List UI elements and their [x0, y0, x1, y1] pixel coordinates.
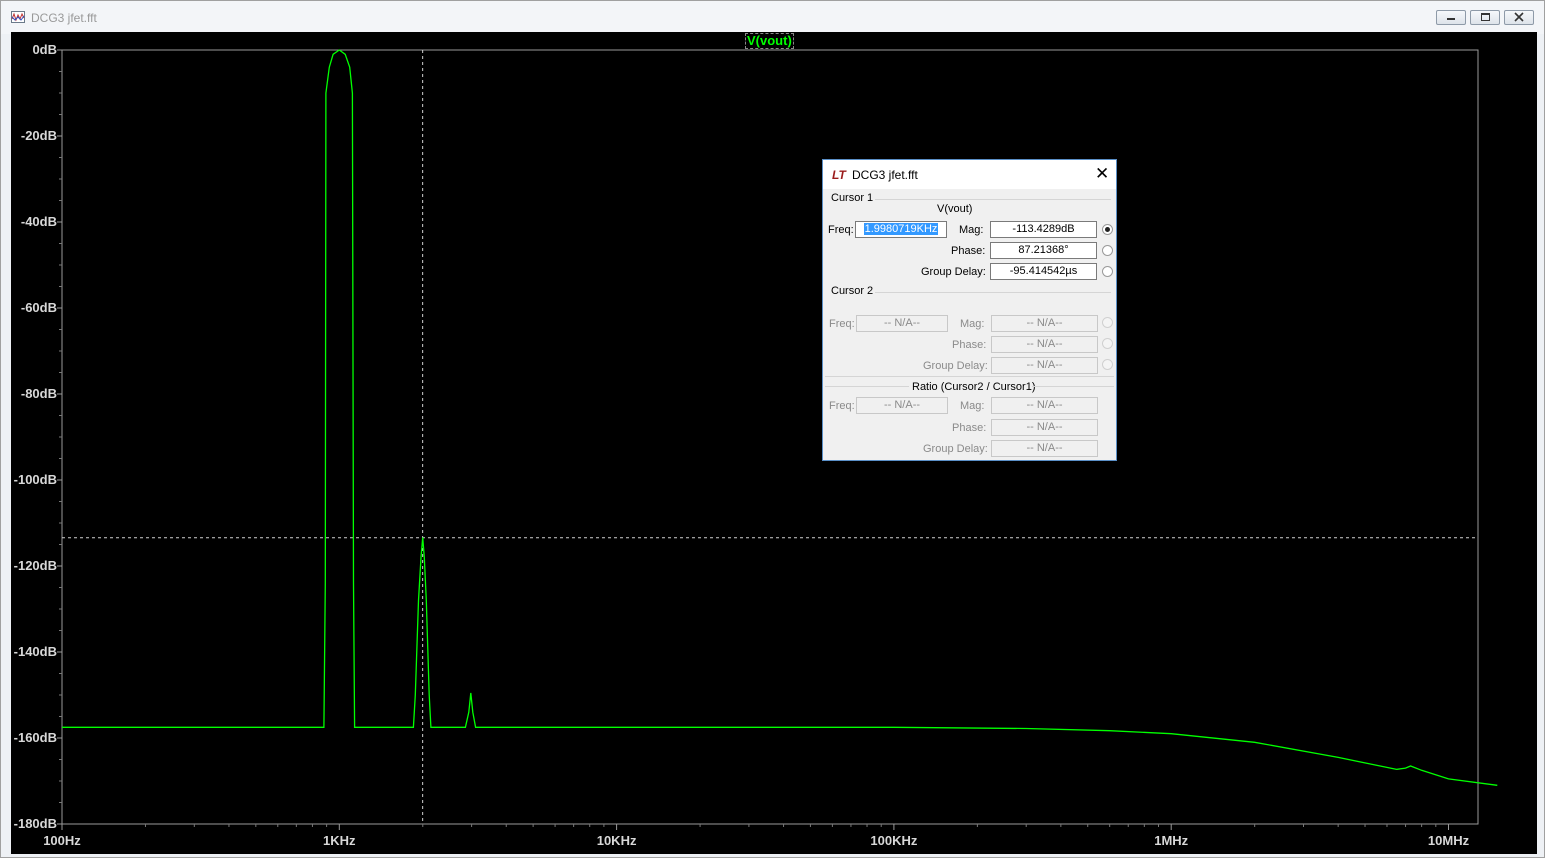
- maximize-button[interactable]: [1470, 10, 1500, 25]
- ratio-freq-field[interactable]: -- N/A--: [856, 397, 948, 414]
- cursor1-group-delay-label: Group Delay:: [921, 266, 986, 278]
- divider: [875, 292, 1111, 293]
- plot-frame: [61, 49, 1479, 825]
- cursor2-group-delay-label: Group Delay:: [923, 360, 988, 372]
- cursor2-group-delay-radio[interactable]: [1102, 359, 1113, 370]
- ratio-group-delay-field[interactable]: -- N/A--: [991, 440, 1098, 457]
- application-window: DCG3 jfet.fft 0dB -20dB -40dB -60dB -80dB -10…: [0, 0, 1545, 858]
- cursor1-phase-radio[interactable]: [1102, 245, 1113, 256]
- maximize-icon: [1481, 13, 1490, 21]
- y-tick-label: -180dB: [14, 816, 57, 831]
- cursor1-trace-name: V(vout): [937, 203, 973, 215]
- cursor2-freq-field[interactable]: -- N/A--: [856, 315, 948, 332]
- plot-pane[interactable]: 0dB -20dB -40dB -60dB -80dB -100dB -120dB -140d…: [11, 32, 1537, 854]
- cursor2-group-delay-field[interactable]: -- N/A--: [991, 357, 1098, 374]
- cursor1-mag-radio[interactable]: [1102, 224, 1113, 235]
- x-tick-label: 10KHz: [597, 833, 637, 848]
- cursor2-phase-radio[interactable]: [1102, 338, 1113, 349]
- y-tick-label: -100dB: [14, 472, 57, 487]
- cursor2-mag-field[interactable]: -- N/A--: [991, 315, 1098, 332]
- trace-vout-line: [62, 49, 1498, 786]
- window-title: DCG3 jfet.fft: [31, 11, 97, 25]
- cursor1-mag-field[interactable]: -113.4289dB: [990, 221, 1097, 238]
- cursor2-phase-field[interactable]: -- N/A--: [991, 336, 1098, 353]
- ratio-group-delay-label: Group Delay:: [923, 443, 988, 455]
- cursor1-phase-field[interactable]: 87.21368°: [990, 242, 1097, 259]
- divider: [825, 376, 1114, 377]
- close-button[interactable]: [1504, 10, 1534, 25]
- y-tick-label: -40dB: [21, 214, 57, 229]
- cursor2-mag-label: Mag:: [960, 318, 985, 330]
- ratio-heading: Ratio (Cursor2 / Cursor1): [912, 381, 1036, 393]
- minimize-icon: [1447, 18, 1455, 20]
- cursor2-freq-label: Freq:: [829, 318, 855, 330]
- y-tick-label: -20dB: [21, 128, 57, 143]
- cursor2-heading: Cursor 2: [831, 285, 874, 297]
- y-tick-label: -160dB: [14, 730, 57, 745]
- x-tick-label: 100KHz: [870, 833, 917, 848]
- title-bar[interactable]: DCG3 jfet.fft: [1, 1, 1544, 34]
- cursor1-group-delay-radio[interactable]: [1102, 266, 1113, 277]
- dialog-title: DCG3 jfet.fft: [852, 168, 918, 182]
- cursor-dialog: LT DCG3 jfet.fft ✕ Cursor 1 V(vout) Freq…: [822, 159, 1117, 461]
- dialog-title-bar[interactable]: LT DCG3 jfet.fft ✕: [823, 160, 1116, 189]
- y-tick-label: -140dB: [14, 644, 57, 659]
- y-tick-label: -80dB: [21, 386, 57, 401]
- trace-label[interactable]: V(vout): [745, 33, 794, 49]
- cursor1-group-delay-field[interactable]: -95.414542µs: [990, 263, 1097, 280]
- x-tick-label: 100Hz: [43, 833, 81, 848]
- divider: [825, 386, 909, 387]
- fft-plot[interactable]: 0dB -20dB -40dB -60dB -80dB -100dB -120dB -140d…: [11, 32, 1537, 854]
- ratio-mag-label: Mag:: [960, 400, 985, 412]
- ratio-phase-field[interactable]: -- N/A--: [991, 419, 1098, 436]
- x-tick-label: 1KHz: [323, 833, 356, 848]
- waveform-icon: [11, 11, 25, 23]
- y-tick-label: -60dB: [21, 300, 57, 315]
- ratio-phase-label: Phase:: [952, 422, 987, 434]
- cursor2-mag-radio[interactable]: [1102, 317, 1113, 328]
- lt-logo-icon: LT: [832, 168, 846, 182]
- close-icon: [1514, 12, 1524, 22]
- cursor1-freq-field[interactable]: 1.9980719KHz: [855, 221, 947, 238]
- y-tick-label: 0dB: [32, 42, 57, 57]
- ratio-mag-field[interactable]: -- N/A--: [991, 397, 1098, 414]
- divider: [1032, 386, 1114, 387]
- ratio-freq-label: Freq:: [829, 400, 855, 412]
- y-tick-label: -120dB: [14, 558, 57, 573]
- cursor1-mag-label: Mag:: [959, 224, 984, 236]
- close-icon[interactable]: ✕: [1095, 165, 1109, 182]
- cursor1-phase-label: Phase:: [951, 245, 986, 257]
- minimize-button[interactable]: [1436, 10, 1466, 25]
- cursor2-phase-label: Phase:: [952, 339, 987, 351]
- x-tick-label: 1MHz: [1154, 833, 1188, 848]
- cursor1-freq-label: Freq:: [828, 224, 854, 236]
- cursor1-heading: Cursor 1: [831, 192, 874, 204]
- divider: [875, 199, 1111, 200]
- x-tick-label: 10MHz: [1428, 833, 1470, 848]
